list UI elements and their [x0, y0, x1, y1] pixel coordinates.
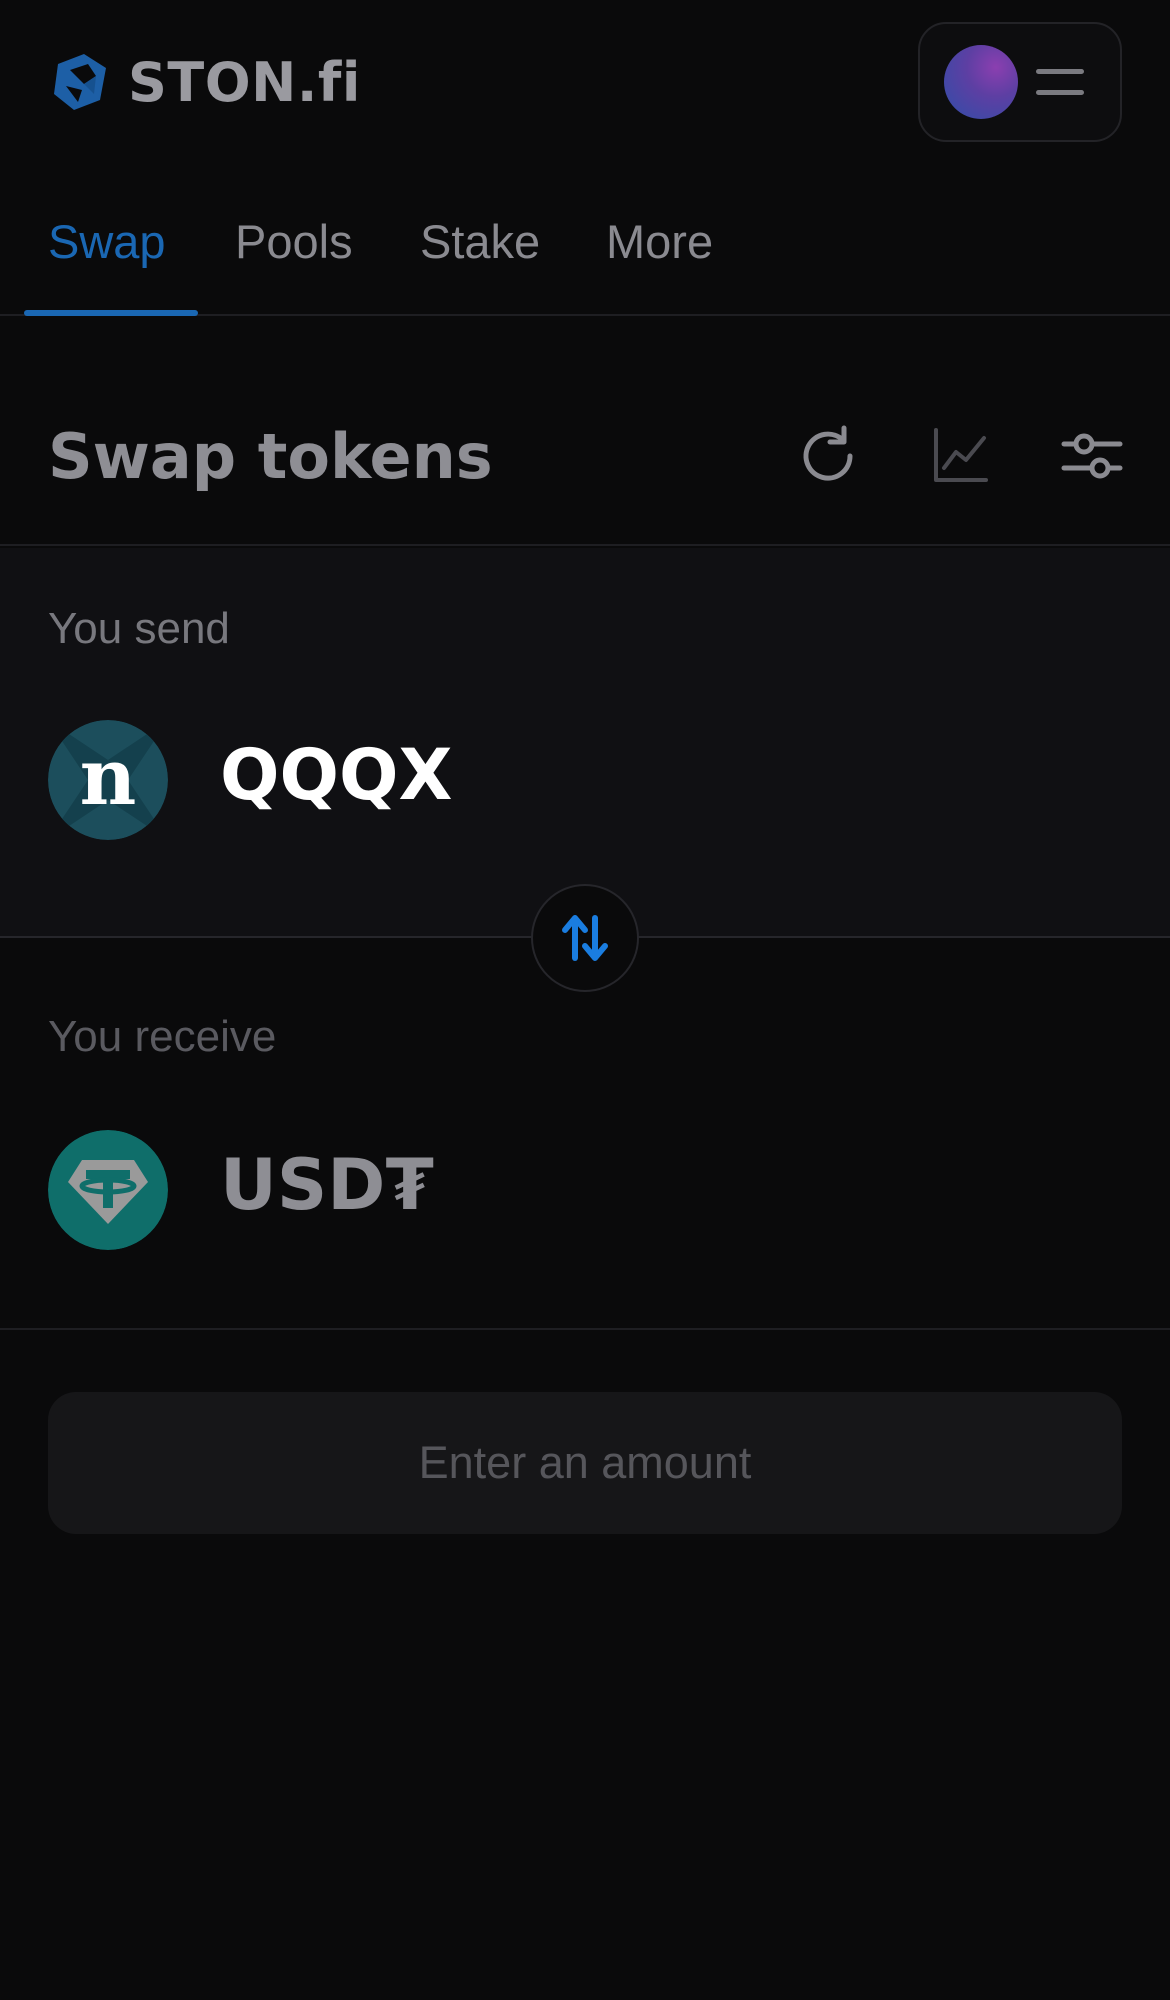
usdt-token-icon[interactable] [48, 1130, 168, 1250]
wallet-avatar [944, 45, 1018, 119]
receive-label: You receive [48, 1012, 277, 1061]
ston-logo-icon [54, 54, 106, 110]
logo-text: STON.fi [128, 50, 361, 114]
send-token-name[interactable]: QQQX [220, 734, 453, 816]
svg-text:n: n [80, 732, 137, 823]
nav-tabs: Swap Pools Stake More [0, 200, 1170, 316]
tab-pools[interactable]: Pools [235, 214, 353, 269]
enter-amount-button[interactable]: Enter an amount [48, 1392, 1122, 1534]
tab-swap[interactable]: Swap [48, 214, 166, 269]
hamburger-menu-icon [1036, 65, 1084, 99]
qqqx-token-icon[interactable]: n [48, 720, 168, 840]
app-header: STON.fi [0, 0, 1170, 168]
swap-page: STON.fi Swap Pools Stake More Swap token… [0, 0, 1170, 2000]
receive-token-name[interactable]: USD₮ [220, 1144, 434, 1226]
settings-sliders-icon[interactable] [1058, 422, 1126, 490]
page-title: Swap tokens [48, 420, 493, 493]
send-section: You send n QQQX [0, 548, 1170, 938]
tab-stake[interactable]: Stake [420, 214, 540, 269]
receive-section: You receive USD₮ [0, 940, 1170, 1330]
send-label: You send [48, 604, 230, 653]
tab-more[interactable]: More [606, 214, 713, 269]
active-tab-indicator [24, 310, 198, 316]
refresh-icon[interactable] [794, 422, 862, 490]
chart-icon[interactable] [926, 422, 994, 490]
logo[interactable]: STON.fi [48, 50, 361, 114]
wallet-menu-button[interactable] [918, 22, 1122, 142]
swap-header: Swap tokens [0, 400, 1170, 546]
